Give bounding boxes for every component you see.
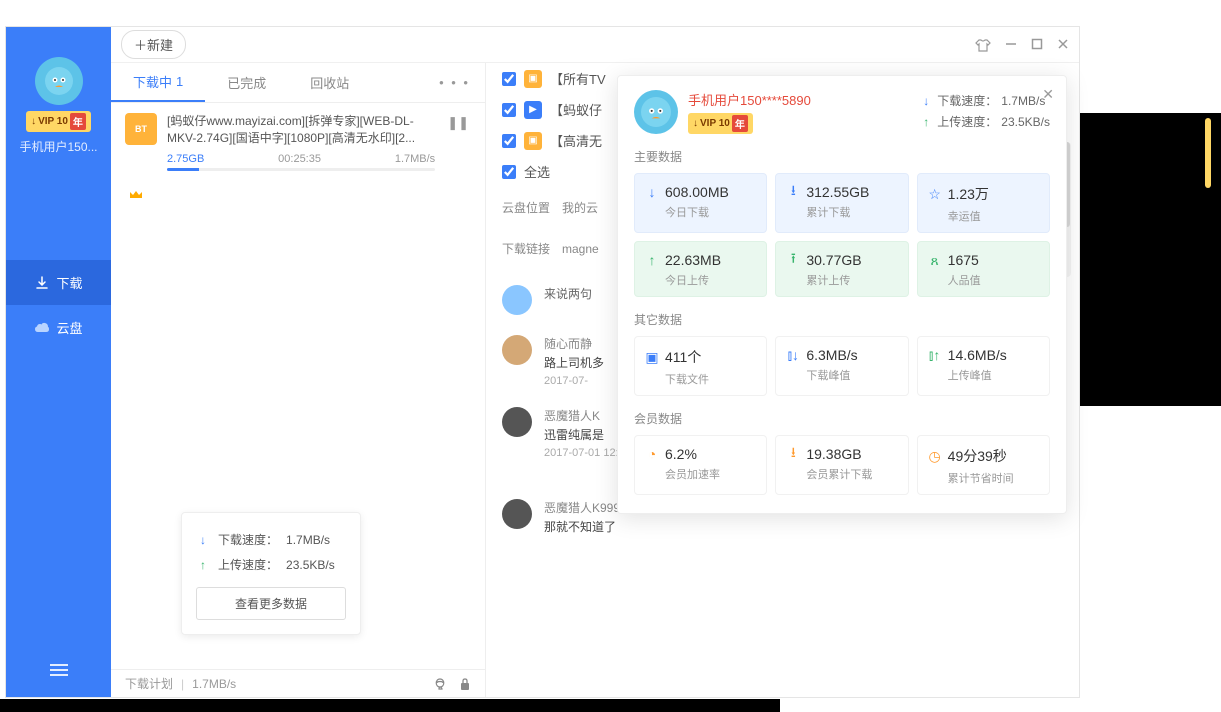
black-region-bottom [0,699,780,712]
window-controls [975,38,1069,52]
stat-morality: ጸ1675 人品值 [917,241,1050,297]
progress-bar [167,168,435,171]
file-icon: ▣ [645,350,659,364]
stat-today-download: ↓608.00MB 今日下载 [634,173,767,233]
sidebar-username: 手机用户150... [6,138,111,155]
new-button[interactable]: ＋新建 [121,30,186,59]
speed-popup: ↓ 下载速度： 1.7MB/s ↑ 上传速度： 23.5KB/s 查看更多数据 [181,512,361,635]
close-icon[interactable]: ✕ [1042,86,1054,103]
arrow-down-icon: ↓ [645,185,659,199]
pause-icon[interactable]: ❚❚ [445,113,471,133]
nav-items: 下载 云盘 [6,260,111,350]
download-speed: 1.7MB/s [395,153,435,165]
tab-downloading[interactable]: 下载中 1 [111,63,205,102]
arrow-up-icon: ↑ [645,253,659,267]
chart-icon: ⫾↑ [928,348,942,362]
stat-today-upload: ↑22.63MB 今日上传 [634,241,767,297]
download-icon [34,275,50,291]
stats-panel: ✕ 手机用户150****5890 ↓ VIP 10年 ↓下载速度：1.7MB/… [617,75,1067,514]
up-speed-label: 上传速度： [218,556,278,573]
stat-ul-peak: ⫾↑14.6MB/s 上传峰值 [917,336,1050,396]
upload-icon: ⭱ [786,253,800,267]
download-title: [蚂蚁仔www.mayizai.com][拆弹专家][WEB-DL-MKV-2.… [167,113,435,147]
download-pane: 下载中 1 已完成 回收站 • • • BT [蚂蚁仔www.mayizai.c… [111,63,486,697]
star-icon: ☆ [928,187,942,201]
clock-icon: ◷ [928,449,942,463]
tab-more-icon[interactable]: • • • [424,75,485,90]
crown-icon[interactable] [111,181,485,209]
more-data-button[interactable]: 查看更多数据 [196,587,346,620]
arrow-up-icon: ↑ [919,115,933,129]
bt-icon: BT [125,113,157,145]
stat-total-upload: ⭱30.77GB 累计上传 [775,241,908,297]
lock-icon[interactable] [459,677,471,691]
arrow-down-icon: ↓ [196,533,210,547]
up-speed-value: 23.5KB/s [286,558,335,572]
checkbox-all[interactable] [502,165,516,179]
section-member-title: 会员数据 [634,410,1050,427]
video-icon: ▶ [524,101,542,119]
folder-icon: ▣ [524,70,542,88]
download-item[interactable]: BT [蚂蚁仔www.mayizai.com][拆弹专家][WEB-DL-MKV… [111,103,485,181]
person-icon: ጸ [928,253,942,267]
download-icon: ⭳ [786,185,800,199]
download-plan-label[interactable]: 下载计划 [125,675,173,692]
nav-cloud[interactable]: 云盘 [6,305,111,350]
browser-icon[interactable] [433,677,447,691]
stat-time-saved: ◷49分39秒 累计节省时间 [917,435,1050,495]
section-other-title: 其它数据 [634,311,1050,328]
arrow-down-icon: ↓ [919,94,933,108]
black-region-right [1080,113,1221,406]
down-speed-label: 下载速度： [218,531,278,548]
download-size: 2.75GB [167,153,204,165]
checkbox[interactable] [502,134,516,148]
stats-username: 手机用户150****5890 [688,90,811,109]
folder-icon: ▣ [524,132,542,150]
vip-badge: ↓ VIP 10年 [26,111,91,132]
close-icon[interactable] [1057,38,1069,52]
checkbox[interactable] [502,72,516,86]
sidebar: ↓ VIP 10年 手机用户150... 下载 云盘 [6,27,111,697]
download-time: 00:25:35 [278,153,321,165]
bottom-speed: 1.7MB/s [192,677,236,691]
checkbox[interactable] [502,103,516,117]
vip-badge: ↓ VIP 10年 [688,113,753,134]
stat-total-download: ⭳312.55GB 累计下载 [775,173,908,233]
avatar [502,335,532,365]
stat-luck: ☆1.23万 幸运值 [917,173,1050,233]
tab-completed[interactable]: 已完成 [205,63,288,102]
bottom-bar: 下载计划 | 1.7MB/s [111,669,485,697]
arrow-up-icon: ↑ [196,558,210,572]
avatar [634,90,678,134]
down-speed-value: 1.7MB/s [286,533,330,547]
stat-member-dl: ⭳19.38GB 会员累计下载 [775,435,908,495]
minimize-icon[interactable] [1005,38,1017,52]
stat-accel: ◔6.2% 会员加速率 [634,435,767,495]
nav-download[interactable]: 下载 [6,260,111,305]
section-main-title: 主要数据 [634,148,1050,165]
stat-dl-peak: ⫾↓6.3MB/s 下载峰值 [775,336,908,396]
tab-recycle[interactable]: 回收站 [288,63,371,102]
download-list: BT [蚂蚁仔www.mayizai.com][拆弹专家][WEB-DL-MKV… [111,103,485,669]
avatar[interactable] [35,57,83,105]
stat-files: ▣411个 下载文件 [634,336,767,396]
skin-icon[interactable] [975,38,991,52]
download-icon: ⭳ [786,447,800,461]
outer-scrollbar[interactable] [1205,118,1211,188]
avatar [502,285,532,315]
avatar [502,407,532,437]
menu-icon[interactable] [50,661,68,679]
chart-icon: ⫾↓ [786,348,800,362]
sidebar-profile[interactable]: ↓ VIP 10年 手机用户150... [6,27,111,170]
avatar [502,499,532,529]
cloud-icon [34,320,50,336]
tabs: 下载中 1 已完成 回收站 • • • [111,63,485,103]
gauge-icon: ◔ [645,447,659,461]
maximize-icon[interactable] [1031,38,1043,52]
topbar: ＋新建 [111,27,1079,63]
